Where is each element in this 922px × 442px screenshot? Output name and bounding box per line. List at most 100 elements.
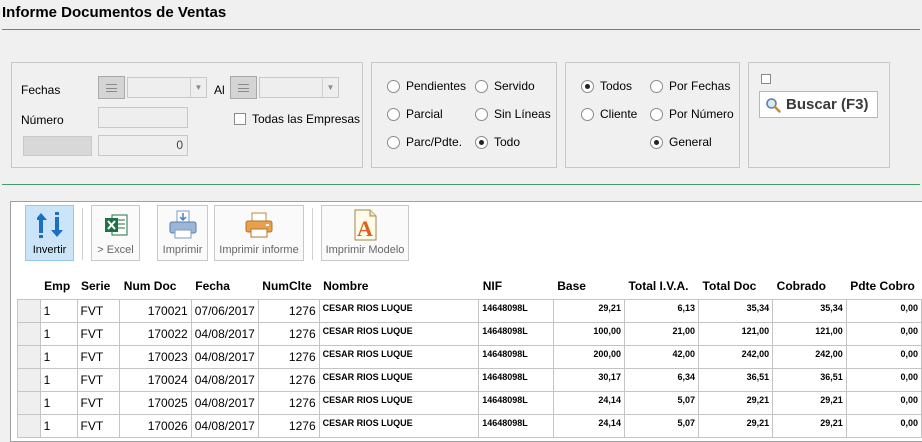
table-cell: 1276 [257,413,320,438]
table-cell: CESAR RIOS LUQUE [318,390,480,415]
radio-cliente[interactable]: Cliente [581,107,637,121]
row-selector[interactable] [17,321,41,346]
column-header[interactable]: Fecha [191,274,259,299]
radio-parc-pdte-circle[interactable] [387,135,400,149]
radio-pendientes[interactable]: Pendientes [387,79,466,93]
imprimir-modelo-button[interactable]: A Imprimir Modelo [321,205,409,261]
imprimir-informe-label: Imprimir informe [219,244,299,256]
table-cell: 29,21 [552,298,625,323]
radio-por-fechas[interactable]: Por Fechas [650,79,730,93]
table-row[interactable]: 1 FVT 170025 04/08/2017 1276 CESAR RIOS LUQUE… [17,390,922,415]
radio-cliente-circle[interactable] [581,107,594,121]
calendar-icon [106,83,117,92]
radio-todos[interactable]: Todos [581,79,632,93]
buscar-button[interactable]: Buscar (F3) [759,91,878,118]
fecha-desde-combo[interactable]: ▼ [127,77,207,98]
radio-servido-circle[interactable] [475,79,488,93]
chevron-down-icon[interactable]: ▼ [322,78,338,97]
buscar-label: Buscar (F3) [786,96,869,113]
excel-button[interactable]: > Excel [91,205,140,261]
column-header[interactable]: Emp [40,274,77,299]
radio-parcial[interactable]: Parcial [387,107,443,121]
table-cell: 14648098L [478,367,554,392]
radio-general-circle[interactable] [650,135,663,149]
column-header[interactable]: Serie [77,274,120,299]
estado-panel: Pendientes Servido Parcial Sin Líneas Pa… [371,62,557,168]
fecha-hasta-combo[interactable]: ▼ [259,77,339,98]
fecha-desde-picker-button[interactable] [98,76,125,99]
agrupar-panel: Todos Por Fechas Cliente Por Número Gene… [565,62,740,168]
radio-pendientes-circle[interactable] [387,79,400,93]
table-cell: 04/08/2017 [190,344,259,369]
table-cell: 1 [39,413,78,438]
radio-parc-pdte[interactable]: Parc/Pdte. [387,135,462,149]
table-row[interactable]: 1 FVT 170021 07/06/2017 1276 CESAR RIOS LUQUE… [17,298,922,323]
radio-todo[interactable]: Todo [475,135,520,149]
numero-input[interactable] [98,107,188,128]
table-cell: 6,34 [623,367,700,392]
radio-sin-lineas[interactable]: Sin Líneas [475,107,551,121]
table-cell: 29,21 [772,390,847,415]
importe-input[interactable]: 0 [98,135,188,156]
column-header[interactable]: Total Doc [698,274,773,299]
row-selector[interactable] [17,413,41,438]
radio-por-numero-circle[interactable] [650,107,663,121]
table-cell: 35,34 [772,298,847,323]
radio-sin-lineas-circle[interactable] [475,107,488,121]
table-cell: 29,21 [698,413,774,438]
radio-general[interactable]: General [650,135,712,149]
column-header[interactable]: Base [553,274,625,299]
table-row[interactable]: 1 FVT 170026 04/08/2017 1276 CESAR RIOS LUQUE… [17,413,922,438]
column-header[interactable]: NumClte [258,274,320,299]
row-selector[interactable] [17,298,41,323]
column-header[interactable]: Num Doc [119,274,192,299]
table-cell: 121,00 [698,321,774,346]
table-cell: 1 [39,321,78,346]
imprimir-button[interactable]: Imprimir [157,205,208,261]
table-cell: 170022 [119,321,192,346]
calendar-icon [238,83,249,92]
radio-por-numero[interactable]: Por Número [650,107,734,121]
numero-label: Número [21,113,64,127]
table-cell: 30,17 [552,367,625,392]
todas-empresas-checkbox-row[interactable]: Todas las Empresas [234,112,360,126]
row-selector[interactable] [17,390,41,415]
radio-todos-circle[interactable] [581,79,594,93]
radio-pendientes-label: Pendientes [406,79,467,93]
invertir-button[interactable]: Invertir [25,205,74,261]
svg-text:A: A [357,216,373,241]
column-header[interactable]: Nombre [319,274,479,299]
importe-button[interactable]: Importe [23,136,92,156]
table-row[interactable]: 1 FVT 170022 04/08/2017 1276 CESAR RIOS LUQUE… [17,321,922,346]
table-cell: 100,00 [552,321,625,346]
table-cell: 170025 [119,390,192,415]
imprimir-informe-button[interactable]: Imprimir informe [214,205,304,261]
radio-por-fechas-circle[interactable] [650,79,663,93]
column-header[interactable]: Cobrado [772,274,847,299]
page-title: Informe Documentos de Ventas [2,4,227,21]
table-row[interactable]: 1 FVT 170024 04/08/2017 1276 CESAR RIOS LUQUE… [17,367,922,392]
column-header[interactable]: NIF [478,274,554,299]
column-header[interactable]: Total I.V.A. [624,274,699,299]
table-cell: 0,00 [845,344,922,369]
row-selector[interactable] [17,344,41,369]
radio-todos-label: Todos [600,79,633,93]
table-cell: 1276 [257,344,320,369]
radio-por-numero-label: Por Número [669,107,734,121]
table-cell: 170021 [119,298,192,323]
radio-por-fechas-label: Por Fechas [669,79,731,93]
table-cell: 1276 [257,321,320,346]
table-cell: FVT [76,413,121,438]
chevron-down-icon[interactable]: ▼ [190,78,206,97]
row-selector[interactable] [17,367,41,392]
todas-empresas-checkbox[interactable] [234,113,246,125]
fecha-hasta-picker-button[interactable] [230,76,257,99]
radio-cliente-label: Cliente [600,107,638,121]
radio-servido[interactable]: Servido [475,79,535,93]
radio-parcial-circle[interactable] [387,107,400,121]
radio-todo-circle[interactable] [475,135,488,149]
table-row[interactable]: 1 FVT 170023 04/08/2017 1276 CESAR RIOS LUQUE… [17,344,922,369]
column-header[interactable]: Pdte Cobro [846,274,922,299]
table-cell: 36,51 [698,367,774,392]
search-option-checkbox[interactable] [761,74,771,84]
